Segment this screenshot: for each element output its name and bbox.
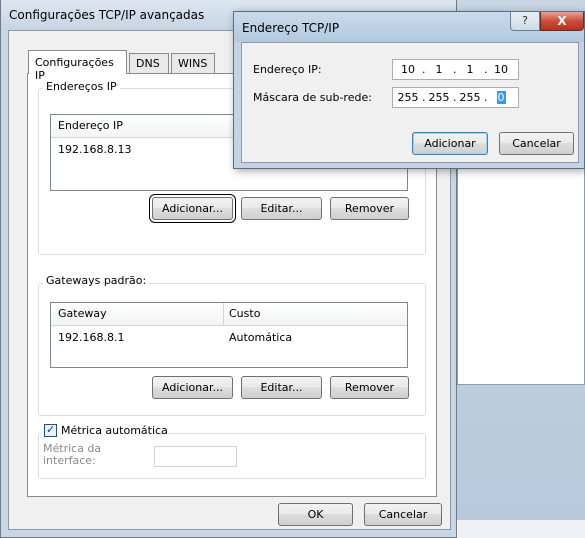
octet-separator: . bbox=[422, 63, 426, 76]
column-separator[interactable] bbox=[223, 303, 224, 325]
ip-address-field[interactable]: 10 . 1 . 1 . 10 bbox=[392, 59, 519, 80]
table-row[interactable]: 192.168.8.13 bbox=[58, 143, 131, 156]
remove-gateway-button[interactable]: Remover bbox=[330, 376, 409, 399]
ip-addresses-group-label: Endereços IP bbox=[43, 80, 120, 93]
mask-octet-1[interactable]: 255 bbox=[395, 91, 421, 104]
column-header-gateway[interactable]: Gateway bbox=[58, 307, 107, 320]
gateway-row-address[interactable]: 192.168.8.1 bbox=[58, 331, 124, 344]
ip-octet-1[interactable]: 10 bbox=[395, 63, 421, 76]
octet-separator: . bbox=[453, 91, 457, 104]
main-title: Configurações TCP/IP avançadas bbox=[9, 8, 205, 22]
gateway-list[interactable]: Gateway Custo 192.168.8.1 Automática bbox=[50, 302, 408, 368]
tab-wins[interactable]: WINS bbox=[171, 53, 215, 73]
ip-octet-2[interactable]: 1 bbox=[426, 63, 452, 76]
ip-address-label: Endereço IP: bbox=[253, 63, 322, 76]
interface-metric-label: Métrica da interface: bbox=[43, 443, 101, 467]
check-icon: ✓ bbox=[46, 423, 56, 436]
close-icon: X bbox=[557, 14, 567, 28]
add-gateway-button[interactable]: Adicionar... bbox=[152, 376, 233, 399]
gateways-group-label: Gateways padrão: bbox=[43, 274, 150, 287]
mask-octet-3[interactable]: 255 bbox=[457, 91, 483, 104]
automatic-metric-checkbox[interactable]: ✓ bbox=[44, 423, 57, 437]
column-header-ip[interactable]: Endereço IP bbox=[58, 119, 123, 132]
cancel-button[interactable]: Cancelar bbox=[364, 503, 442, 526]
add-ip-button[interactable]: Adicionar... bbox=[149, 194, 236, 223]
octet-separator: . bbox=[484, 91, 488, 104]
cancel-address-button[interactable]: Cancelar bbox=[499, 132, 574, 155]
automatic-metric-option[interactable]: ✓ Métrica automática bbox=[41, 423, 168, 439]
mask-octet-2[interactable]: 255 bbox=[426, 91, 452, 104]
ok-button[interactable]: OK bbox=[278, 503, 353, 526]
mask-octet-4[interactable]: 0 bbox=[488, 91, 514, 104]
gateway-row-cost[interactable]: Automática bbox=[229, 331, 292, 344]
edit-gateway-button[interactable]: Editar... bbox=[241, 376, 322, 399]
interface-metric-input[interactable] bbox=[154, 446, 237, 467]
octet-separator: . bbox=[453, 63, 457, 76]
background-strip bbox=[457, 520, 585, 538]
tab-dns[interactable]: DNS bbox=[129, 53, 169, 73]
edit-ip-button[interactable]: Editar... bbox=[241, 197, 322, 220]
help-icon: ? bbox=[522, 14, 528, 27]
address-dialog-title: Endereço TCP/IP bbox=[242, 21, 340, 35]
ip-octet-4[interactable]: 10 bbox=[488, 63, 514, 76]
tab-ip-settings[interactable]: Configurações IP bbox=[28, 50, 127, 82]
tab-label: DNS bbox=[136, 57, 160, 70]
column-header-cost[interactable]: Custo bbox=[229, 307, 260, 320]
octet-separator: . bbox=[422, 91, 426, 104]
subnet-mask-field[interactable]: 255 . 255 . 255 . 0 bbox=[392, 87, 519, 108]
background-panel bbox=[457, 150, 585, 385]
subnet-mask-label: Máscara de sub-rede: bbox=[253, 91, 372, 104]
ip-octet-3[interactable]: 1 bbox=[457, 63, 483, 76]
remove-ip-button[interactable]: Remover bbox=[330, 197, 409, 220]
add-address-button[interactable]: Adicionar bbox=[412, 132, 488, 155]
gateway-list-header: Gateway Custo bbox=[51, 303, 407, 326]
tab-label: WINS bbox=[178, 57, 208, 70]
tcpip-address-dialog: Endereço TCP/IP ? X Endereço IP: 10 . 1 … bbox=[233, 11, 585, 169]
help-button[interactable]: ? bbox=[510, 12, 540, 31]
octet-separator: . bbox=[484, 63, 488, 76]
selected-octet-text: 0 bbox=[496, 91, 506, 104]
address-client-area: Endereço IP: 10 . 1 . 1 . 10 Máscara de … bbox=[241, 42, 579, 163]
automatic-metric-label: Métrica automática bbox=[61, 424, 168, 437]
close-button[interactable]: X bbox=[540, 12, 584, 31]
interface-metric-label-line2: interface: bbox=[43, 454, 96, 467]
